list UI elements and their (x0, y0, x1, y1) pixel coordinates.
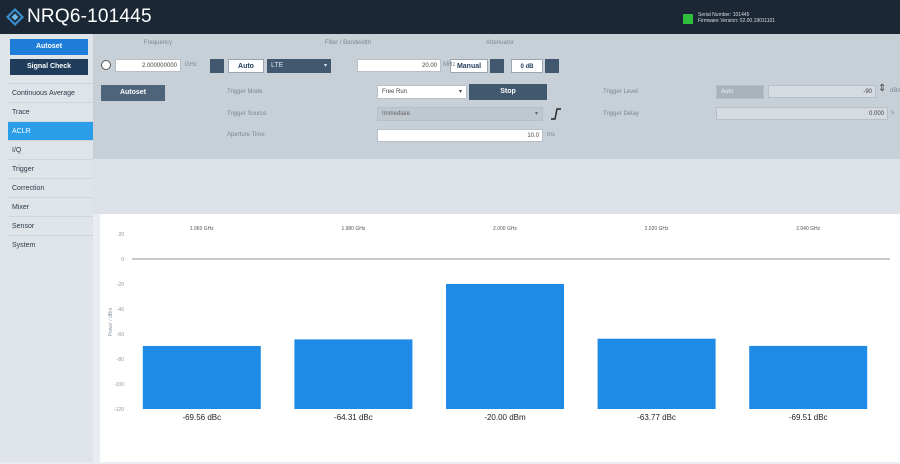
aperture-time-input[interactable]: 10.0 (377, 129, 543, 142)
sidebar-item-iq[interactable]: I/Q (8, 140, 93, 159)
autoset-button[interactable]: Autoset (101, 85, 165, 101)
trigger-delay-unit: s (891, 110, 894, 116)
stop-button[interactable]: Stop (469, 84, 547, 100)
bandwidth-input[interactable]: 20.00 (357, 59, 441, 72)
aclr-bar (597, 338, 716, 409)
filter-bandwidth-header: Filter / Bandwidth (324, 40, 372, 46)
sidebar-item-trace[interactable]: Trace (8, 102, 93, 121)
sidebar-item-correction[interactable]: Correction (8, 178, 93, 197)
bar-value-label: -69.51 dBc (789, 413, 828, 422)
frequency-header: Frequency (143, 40, 173, 46)
manual-attenuation-button[interactable]: Manual (450, 59, 488, 73)
trigger-level-unit: dBm (890, 88, 900, 94)
attenuation-dropdown[interactable] (545, 59, 559, 73)
sidebar-item-sensor[interactable]: Sensor (8, 216, 93, 235)
y-tick-label: 20 (118, 232, 124, 238)
aperture-time-label: Aperture Time (227, 132, 265, 138)
bar-value-label: -63.77 dBc (637, 413, 676, 422)
panel-spacer (93, 159, 900, 214)
x-category-label: 2.020 GHz (645, 226, 669, 232)
trigger-source-label: Trigger Source (227, 111, 267, 117)
sidebar-item-continuous-average[interactable]: Continuous Average (8, 83, 93, 102)
sidebar-empty-area (0, 262, 93, 462)
title-bar: NRQ6-101445 Serial Number: 101445 Firmwa… (0, 0, 900, 34)
attenuator-header: Attenuator (486, 40, 514, 46)
bar-value-label: -69.56 dBc (182, 413, 221, 422)
frequency-input[interactable]: 2.000000000 (115, 59, 181, 72)
sidebar-item-trigger[interactable]: Trigger (8, 159, 93, 178)
standard-select[interactable]: LTE ▾ (267, 59, 331, 73)
bar-value-label: -64.31 dBc (334, 413, 373, 422)
signal-check-button[interactable]: Signal Check (10, 59, 88, 75)
rohde-schwarz-logo-icon (6, 8, 24, 26)
trigger-source-value: Immediate (382, 111, 411, 117)
aclr-bar (749, 345, 868, 409)
status-led-icon (683, 14, 693, 24)
trigger-level-label: Trigger Level (603, 89, 638, 95)
firmware-version: Firmware Version: 02.00.19011101 (698, 18, 776, 24)
trigger-mode-select[interactable]: Free Run ▾ (377, 85, 467, 99)
trigger-delay-input[interactable]: 0.000 (716, 107, 888, 120)
y-tick-label: -20 (117, 282, 124, 288)
y-axis-label: Power / dBm (108, 308, 114, 337)
y-tick-label: -60 (117, 332, 124, 338)
y-tick-label: 0 (121, 257, 124, 263)
aclr-chart: 20 0 -20 -40 -60 -80 -100 -120 Power / dBm 1.960 … (100, 214, 900, 462)
trigger-slope-rising-icon[interactable] (550, 108, 562, 120)
frequency-unit-dropdown[interactable] (210, 59, 224, 73)
frequency-unit: GHz (185, 62, 197, 68)
device-info: Serial Number: 101445 Firmware Version: … (698, 12, 775, 24)
sidebar-autoset-button[interactable]: Autoset (10, 39, 88, 55)
x-category-label: 2.040 GHz (796, 226, 820, 232)
attenuator-mode-dropdown[interactable] (490, 59, 504, 73)
trigger-level-stepper-icon[interactable]: ⇕ (878, 83, 886, 94)
x-category-label: 1.980 GHz (341, 226, 365, 232)
aperture-time-unit: ms (547, 132, 555, 138)
measurement-config-bar: Frequency 2.000000000 GHz Filter / Bandw… (93, 34, 900, 79)
auto-bandwidth-button[interactable]: Auto (228, 59, 264, 73)
standard-select-value: LTE (271, 62, 284, 69)
chevron-down-icon: ▾ (458, 89, 462, 95)
aclr-bar (446, 284, 564, 409)
aclr-bar-chart: 20 0 -20 -40 -60 -80 -100 -120 Power / dBm 1.960 … (108, 226, 890, 422)
frequency-radio[interactable] (101, 60, 111, 70)
sidebar-item-mixer[interactable]: Mixer (8, 197, 93, 216)
y-tick-label: -120 (114, 407, 124, 413)
y-tick-label: -40 (117, 307, 124, 313)
x-category-label: 2.000 GHz (493, 226, 517, 232)
app-title: NRQ6-101445 (27, 6, 152, 27)
bar-value-label: -20.00 dBm (484, 413, 526, 422)
trigger-settings-panel: Autoset Trigger Mode Free Run ▾ Stop Tri… (93, 79, 900, 159)
chevron-down-icon: ▾ (534, 111, 538, 117)
chevron-down-icon: ▾ (323, 63, 327, 69)
trigger-level-input[interactable]: -90 (768, 85, 876, 98)
trigger-delay-label: Trigger Delay (603, 111, 639, 117)
aclr-bar (294, 339, 413, 409)
trigger-mode-value: Free Run (382, 89, 408, 95)
aclr-bar (142, 345, 261, 409)
bandwidth-unit: MHz (443, 62, 456, 68)
trigger-level-mode[interactable]: Auto (716, 85, 764, 99)
trigger-mode-label: Trigger Mode (227, 89, 263, 95)
trigger-source-select[interactable]: Immediate ▾ (377, 107, 543, 121)
y-tick-label: -100 (114, 382, 124, 388)
attenuation-value-field[interactable]: 0 dB (511, 59, 543, 73)
y-tick-label: -80 (117, 357, 124, 363)
sidebar-item-system[interactable]: System (8, 235, 93, 254)
x-category-label: 1.960 GHz (190, 226, 214, 232)
sidebar-item-aclr[interactable]: ACLR (8, 121, 93, 140)
